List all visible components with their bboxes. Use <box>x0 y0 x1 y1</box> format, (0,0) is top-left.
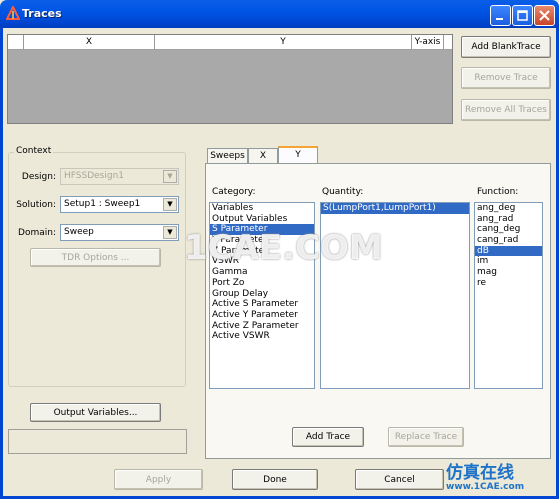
add-trace-button[interactable]: Add Trace <box>292 427 364 447</box>
minimize-button[interactable] <box>490 5 511 26</box>
function-listbox[interactable]: ang_deg ang_rad cang_deg cang_rad dB im mag re <box>474 202 543 389</box>
category-item[interactable]: Active S Parameter <box>210 299 314 310</box>
solution-value: Setup1 : Sweep1 <box>64 199 141 209</box>
category-label: Category: <box>212 187 256 197</box>
quantity-label: Quantity: <box>322 187 364 197</box>
category-item[interactable]: Active Y Parameter <box>210 310 314 321</box>
window-frame-left <box>0 28 3 499</box>
category-item[interactable]: Variables <box>210 203 314 214</box>
remove-all-traces-button[interactable]: Remove All Traces <box>461 99 551 121</box>
trace-table[interactable]: X Y Y-axis <box>7 34 453 124</box>
brand-logo-text: 仿真在线 <box>446 463 514 483</box>
function-label: Function: <box>477 187 519 197</box>
function-item[interactable]: im <box>475 256 542 267</box>
category-item[interactable]: Port Zo <box>210 278 314 289</box>
trace-table-header: X Y Y-axis <box>8 35 452 50</box>
window-title: Traces <box>22 7 62 20</box>
app-icon <box>6 6 20 20</box>
row-header-cell <box>8 35 24 50</box>
quantity-item[interactable]: S(LumpPort1,LumpPort1) <box>321 203 469 214</box>
tdr-options-button[interactable]: TDR Options ... <box>30 248 161 267</box>
minimize-icon <box>496 18 503 20</box>
function-item[interactable]: ang_deg <box>475 203 542 214</box>
remove-trace-button[interactable]: Remove Trace <box>461 67 551 89</box>
column-header-y-axis[interactable]: Y-axis <box>412 35 444 50</box>
title-bar[interactable]: Traces <box>0 0 559 28</box>
status-field <box>8 429 187 454</box>
function-item[interactable]: cang_rad <box>475 235 542 246</box>
column-header-y[interactable]: Y <box>155 35 412 50</box>
function-item[interactable]: cang_deg <box>475 224 542 235</box>
chevron-down-icon: ▼ <box>163 170 177 183</box>
solution-dropdown[interactable]: Setup1 : Sweep1 ▼ <box>60 196 179 213</box>
function-item[interactable]: ang_rad <box>475 214 542 225</box>
category-item[interactable]: Gamma <box>210 267 314 278</box>
watermark-text: 1CAE.COM <box>184 228 383 268</box>
category-item[interactable]: Active Z Parameter <box>210 321 314 332</box>
domain-dropdown[interactable]: Sweep ▼ <box>60 224 179 241</box>
design-dropdown[interactable]: HFSSDesign1 ▼ <box>60 168 179 185</box>
chevron-down-icon: ▼ <box>163 226 177 239</box>
column-header-x[interactable]: X <box>24 35 155 50</box>
domain-value: Sweep <box>64 227 94 237</box>
close-icon <box>539 10 550 21</box>
category-item[interactable]: Group Delay <box>210 289 314 300</box>
context-group <box>8 152 186 387</box>
domain-label: Domain: <box>18 228 56 238</box>
design-label: Design: <box>21 172 56 182</box>
function-item[interactable]: re <box>475 278 542 289</box>
cancel-button[interactable]: Cancel <box>355 469 444 490</box>
chevron-down-icon: ▼ <box>163 198 177 211</box>
tab-x[interactable]: X <box>248 148 278 164</box>
function-item[interactable]: mag <box>475 267 542 278</box>
maximize-button[interactable] <box>512 5 533 26</box>
done-button[interactable]: Done <box>232 469 318 490</box>
context-group-label: Context <box>14 146 54 156</box>
function-item[interactable]: dB <box>475 245 542 257</box>
add-blank-trace-button[interactable]: Add BlankTrace <box>461 36 551 58</box>
apply-button[interactable]: Apply <box>114 469 203 490</box>
output-variables-button[interactable]: Output Variables... <box>30 403 161 422</box>
tab-sweeps[interactable]: Sweeps <box>207 148 248 164</box>
maximize-icon <box>517 10 528 21</box>
category-item[interactable]: Active VSWR <box>210 331 314 342</box>
solution-label: Solution: <box>16 200 56 210</box>
design-value: HFSSDesign1 <box>64 171 125 181</box>
close-button[interactable] <box>534 5 555 26</box>
brand-url: www.1CAE.com <box>446 482 525 492</box>
replace-trace-button[interactable]: Replace Trace <box>388 427 464 447</box>
category-item[interactable]: Output Variables <box>210 214 314 225</box>
tab-y[interactable]: Y <box>278 146 318 164</box>
